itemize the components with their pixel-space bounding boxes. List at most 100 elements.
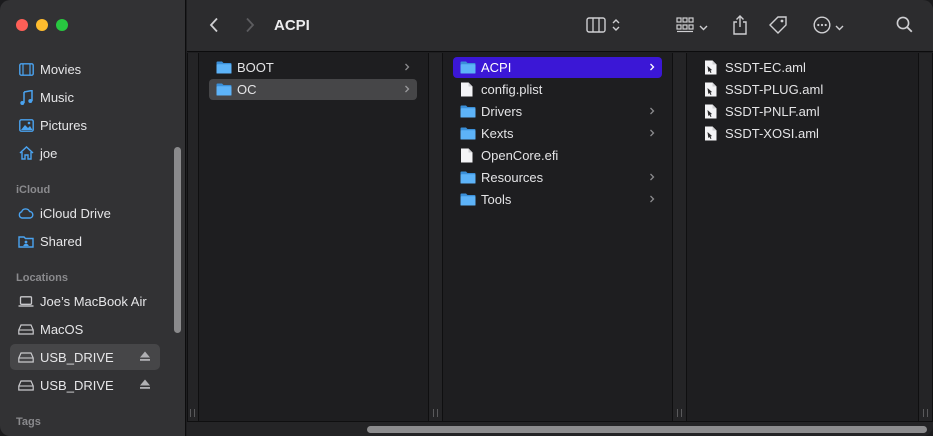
disk-icon bbox=[18, 321, 34, 337]
aml-file-icon bbox=[704, 82, 720, 97]
item-label: Kexts bbox=[481, 126, 514, 141]
minimize-button[interactable] bbox=[36, 19, 48, 31]
item-label: Drivers bbox=[481, 104, 523, 119]
column-resize-handle[interactable] bbox=[672, 53, 687, 421]
grip-icon bbox=[433, 409, 438, 417]
sidebar-item-pictures[interactable]: Pictures bbox=[10, 112, 160, 138]
eject-icon[interactable] bbox=[139, 378, 151, 390]
sidebar-item-label: Music bbox=[40, 89, 74, 105]
sidebar-item-usb-drive[interactable]: USB_DRIVE bbox=[10, 344, 160, 370]
list-item[interactable]: Drivers bbox=[453, 101, 662, 122]
chevron-down-icon bbox=[699, 19, 708, 34]
item-label: SSDT-EC.aml bbox=[725, 60, 806, 75]
list-item[interactable]: BOOT bbox=[209, 57, 417, 78]
grip-icon bbox=[923, 409, 928, 417]
list-item[interactable]: Tools bbox=[453, 189, 662, 210]
list-item[interactable]: config.plist bbox=[453, 79, 662, 100]
chevron-down-icon bbox=[835, 19, 844, 34]
zoom-button[interactable] bbox=[56, 19, 68, 31]
search-button[interactable] bbox=[893, 14, 915, 38]
aml-file-icon bbox=[704, 126, 720, 141]
aml-file-icon bbox=[704, 104, 720, 119]
sidebar-item-label: Pictures bbox=[40, 117, 87, 133]
item-label: BOOT bbox=[237, 60, 274, 75]
list-item[interactable]: SSDT-EC.aml bbox=[697, 57, 897, 78]
folder-icon bbox=[460, 193, 476, 207]
sidebar-item-home[interactable]: joe bbox=[10, 140, 160, 166]
list-item[interactable]: Resources bbox=[453, 167, 662, 188]
grip-icon bbox=[677, 409, 682, 417]
sidebar-section-icloud: iCloud bbox=[16, 184, 51, 196]
chevron-right-icon bbox=[403, 61, 411, 73]
share-button[interactable] bbox=[729, 14, 751, 38]
list-item[interactable]: OC bbox=[209, 79, 417, 100]
group-button[interactable] bbox=[673, 14, 711, 38]
disk-icon bbox=[18, 377, 34, 393]
toolbar: ACPI bbox=[187, 0, 933, 52]
chevron-right-icon bbox=[648, 193, 656, 205]
ellipsis-circle-icon bbox=[812, 15, 831, 37]
sidebar-item-label: Movies bbox=[40, 61, 82, 77]
forward-button[interactable] bbox=[239, 14, 261, 38]
folder-icon bbox=[460, 105, 476, 119]
sidebar-item-label: joe bbox=[40, 145, 58, 161]
column-resize-handle[interactable] bbox=[918, 53, 933, 421]
list-item[interactable]: Kexts bbox=[453, 123, 662, 144]
window-title: ACPI bbox=[274, 17, 310, 34]
grid-group-icon bbox=[676, 16, 694, 36]
grip-icon bbox=[190, 409, 195, 417]
back-button[interactable] bbox=[203, 14, 225, 38]
folder-icon bbox=[460, 127, 476, 141]
share-icon bbox=[732, 14, 748, 38]
close-button[interactable] bbox=[16, 19, 28, 31]
finder-window: Movies Music Pictures joe iCloud iCloud … bbox=[0, 0, 933, 436]
laptop-icon bbox=[18, 293, 34, 309]
search-icon bbox=[896, 16, 913, 36]
list-item[interactable]: SSDT-PLUG.aml bbox=[697, 79, 897, 100]
item-label: config.plist bbox=[481, 82, 543, 97]
column-resize-handle[interactable] bbox=[428, 53, 443, 421]
sidebar-item-shared[interactable]: Shared bbox=[10, 228, 160, 254]
sidebar-item-macbook-air[interactable]: Joe’s MacBook Air bbox=[10, 288, 160, 314]
sidebar-item-label: iCloud Drive bbox=[40, 205, 111, 221]
horizontal-scrollbar[interactable] bbox=[187, 421, 933, 436]
more-actions-button[interactable] bbox=[809, 14, 847, 38]
tag-button[interactable] bbox=[767, 14, 789, 38]
sidebar-item-music[interactable]: Music bbox=[10, 84, 160, 110]
list-item[interactable]: SSDT-PNLF.aml bbox=[697, 101, 897, 122]
sidebar-section-locations: Locations bbox=[16, 272, 68, 284]
sidebar-item-label: Joe’s MacBook Air bbox=[40, 293, 147, 309]
browser-column-1: BOOT OC bbox=[199, 53, 427, 421]
sidebar-item-label: USB_DRIVE bbox=[40, 349, 114, 365]
cloud-icon bbox=[18, 205, 34, 221]
sidebar-item-label: USB_DRIVE bbox=[40, 377, 114, 393]
eject-icon[interactable] bbox=[139, 350, 151, 362]
up-down-chevron-icon bbox=[612, 18, 620, 35]
sidebar-item-movies[interactable]: Movies bbox=[10, 56, 160, 82]
chevron-right-icon bbox=[245, 17, 255, 36]
list-item[interactable]: SSDT-XOSI.aml bbox=[697, 123, 897, 144]
item-label: SSDT-PLUG.aml bbox=[725, 82, 824, 97]
chevron-right-icon bbox=[403, 83, 411, 95]
sidebar-scrollbar[interactable] bbox=[174, 147, 181, 333]
horizontal-scrollbar-thumb[interactable] bbox=[367, 426, 927, 433]
list-item[interactable]: ACPI bbox=[453, 57, 662, 78]
folder-icon bbox=[460, 61, 476, 75]
sidebar-item-icloud-drive[interactable]: iCloud Drive bbox=[10, 200, 160, 226]
chevron-right-icon bbox=[648, 105, 656, 117]
folder-icon bbox=[216, 61, 232, 75]
sidebar-item-usb-drive-2[interactable]: USB_DRIVE bbox=[10, 372, 160, 398]
sidebar-section-tags: Tags bbox=[16, 416, 41, 428]
browser-column-3: SSDT-EC.aml SSDT-PLUG.aml SSDT-PNLF.aml … bbox=[687, 53, 918, 421]
chevron-right-icon bbox=[648, 61, 656, 73]
item-label: Tools bbox=[481, 192, 512, 207]
sidebar-item-label: Shared bbox=[40, 233, 82, 249]
shared-folder-icon bbox=[18, 233, 34, 249]
document-icon bbox=[460, 148, 476, 163]
browser-column-2: ACPI config.plist Drivers Kexts OpenCore… bbox=[443, 53, 672, 421]
column-resize-handle[interactable] bbox=[187, 53, 199, 421]
view-mode-button[interactable] bbox=[581, 14, 625, 38]
document-icon bbox=[460, 82, 476, 97]
sidebar-item-macos[interactable]: MacOS bbox=[10, 316, 160, 342]
list-item[interactable]: OpenCore.efi bbox=[453, 145, 662, 166]
